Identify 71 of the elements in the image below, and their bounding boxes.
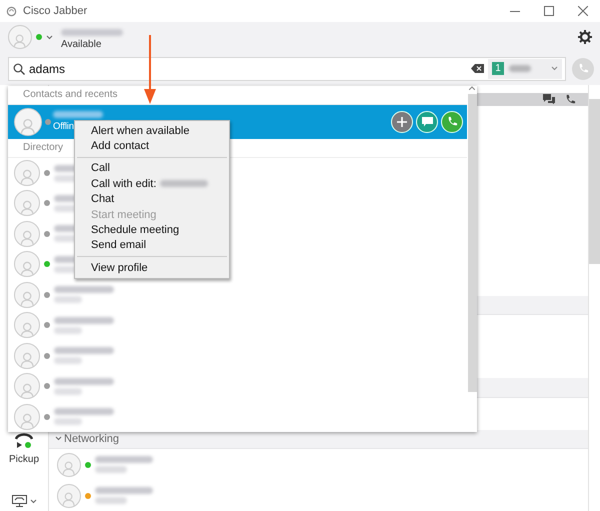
- minimize-icon[interactable]: [510, 10, 520, 12]
- blurred-text: [54, 286, 114, 294]
- blurred-text: [54, 357, 82, 364]
- avatar: [14, 108, 42, 136]
- pickup-label[interactable]: Pickup: [8, 454, 39, 465]
- avatar: [57, 452, 81, 477]
- window-title: Cisco Jabber: [23, 5, 88, 17]
- plus-icon: [397, 116, 407, 127]
- menu-item[interactable]: View profile: [75, 260, 229, 276]
- avatar: [14, 312, 40, 338]
- chat-icon[interactable]: [543, 94, 555, 104]
- scrollbar-thumb[interactable]: [468, 94, 476, 392]
- call-button[interactable]: [441, 110, 463, 133]
- chevron-icon: [30, 498, 36, 504]
- chat-button[interactable]: [416, 110, 438, 133]
- avatar: [8, 25, 32, 49]
- pickup-icon[interactable]: [15, 432, 33, 440]
- blurred-text: [95, 487, 153, 494]
- avatar: [14, 160, 40, 186]
- scroll-up-icon[interactable]: [469, 86, 475, 90]
- chevron-icon: [46, 34, 53, 40]
- app-logo-icon: [6, 6, 17, 16]
- status-text[interactable]: Available: [61, 38, 123, 50]
- blurred-text: [54, 418, 82, 426]
- group-label: Networking: [64, 432, 120, 445]
- chevron-icon: [551, 66, 558, 71]
- menu-item[interactable]: Add contact: [75, 138, 229, 154]
- blurred-text: [54, 296, 82, 304]
- phone-icon: [446, 116, 458, 128]
- phone-icon: [565, 94, 576, 105]
- arrow-annotation: [144, 35, 156, 104]
- search-icon: [13, 62, 25, 74]
- menu-item[interactable]: Schedule meeting: [75, 222, 229, 238]
- blurred-text: [54, 388, 82, 395]
- close-icon[interactable]: [578, 6, 588, 16]
- blurred-text: [54, 326, 82, 334]
- avatar: [14, 373, 40, 400]
- scrollbar-thumb[interactable]: [589, 99, 600, 264]
- blurred-text: [54, 347, 114, 354]
- clear-icon[interactable]: [471, 64, 484, 73]
- blurred-text: [509, 65, 531, 72]
- avatar: [14, 251, 40, 278]
- menu-item[interactable]: Send email: [75, 238, 229, 254]
- avatar: [14, 220, 40, 247]
- monitor-icon[interactable]: [12, 495, 26, 507]
- play-icon: [17, 442, 22, 448]
- menu-item[interactable]: Alert when available: [75, 123, 229, 138]
- settings-icon[interactable]: [578, 30, 592, 44]
- chat-icon: [422, 116, 432, 127]
- blurred-name: [61, 28, 123, 36]
- menu-item[interactable]: Chat: [75, 192, 229, 207]
- blurred-text: [53, 111, 103, 118]
- avatar: [14, 342, 40, 369]
- menu-item[interactable]: Call with edit:: [75, 176, 229, 192]
- blurred-text: [54, 378, 114, 385]
- phone-icon: [578, 63, 588, 74]
- menu-item[interactable]: Call: [75, 160, 229, 176]
- blurred-text: [54, 408, 114, 416]
- search-field[interactable]: adams 1: [8, 56, 566, 80]
- maximize-icon[interactable]: [544, 6, 554, 16]
- blurred-text: [95, 466, 127, 474]
- avatar: [14, 190, 40, 216]
- blurred-text: [95, 497, 127, 504]
- avatar: [57, 484, 81, 508]
- status-dot: [25, 442, 31, 448]
- blurred-text: [54, 316, 114, 324]
- blurred-text: [95, 456, 153, 464]
- status-dot: [36, 34, 42, 40]
- add-button[interactable]: [391, 110, 413, 133]
- avatar: [14, 282, 40, 308]
- chevron-icon: [55, 436, 62, 442]
